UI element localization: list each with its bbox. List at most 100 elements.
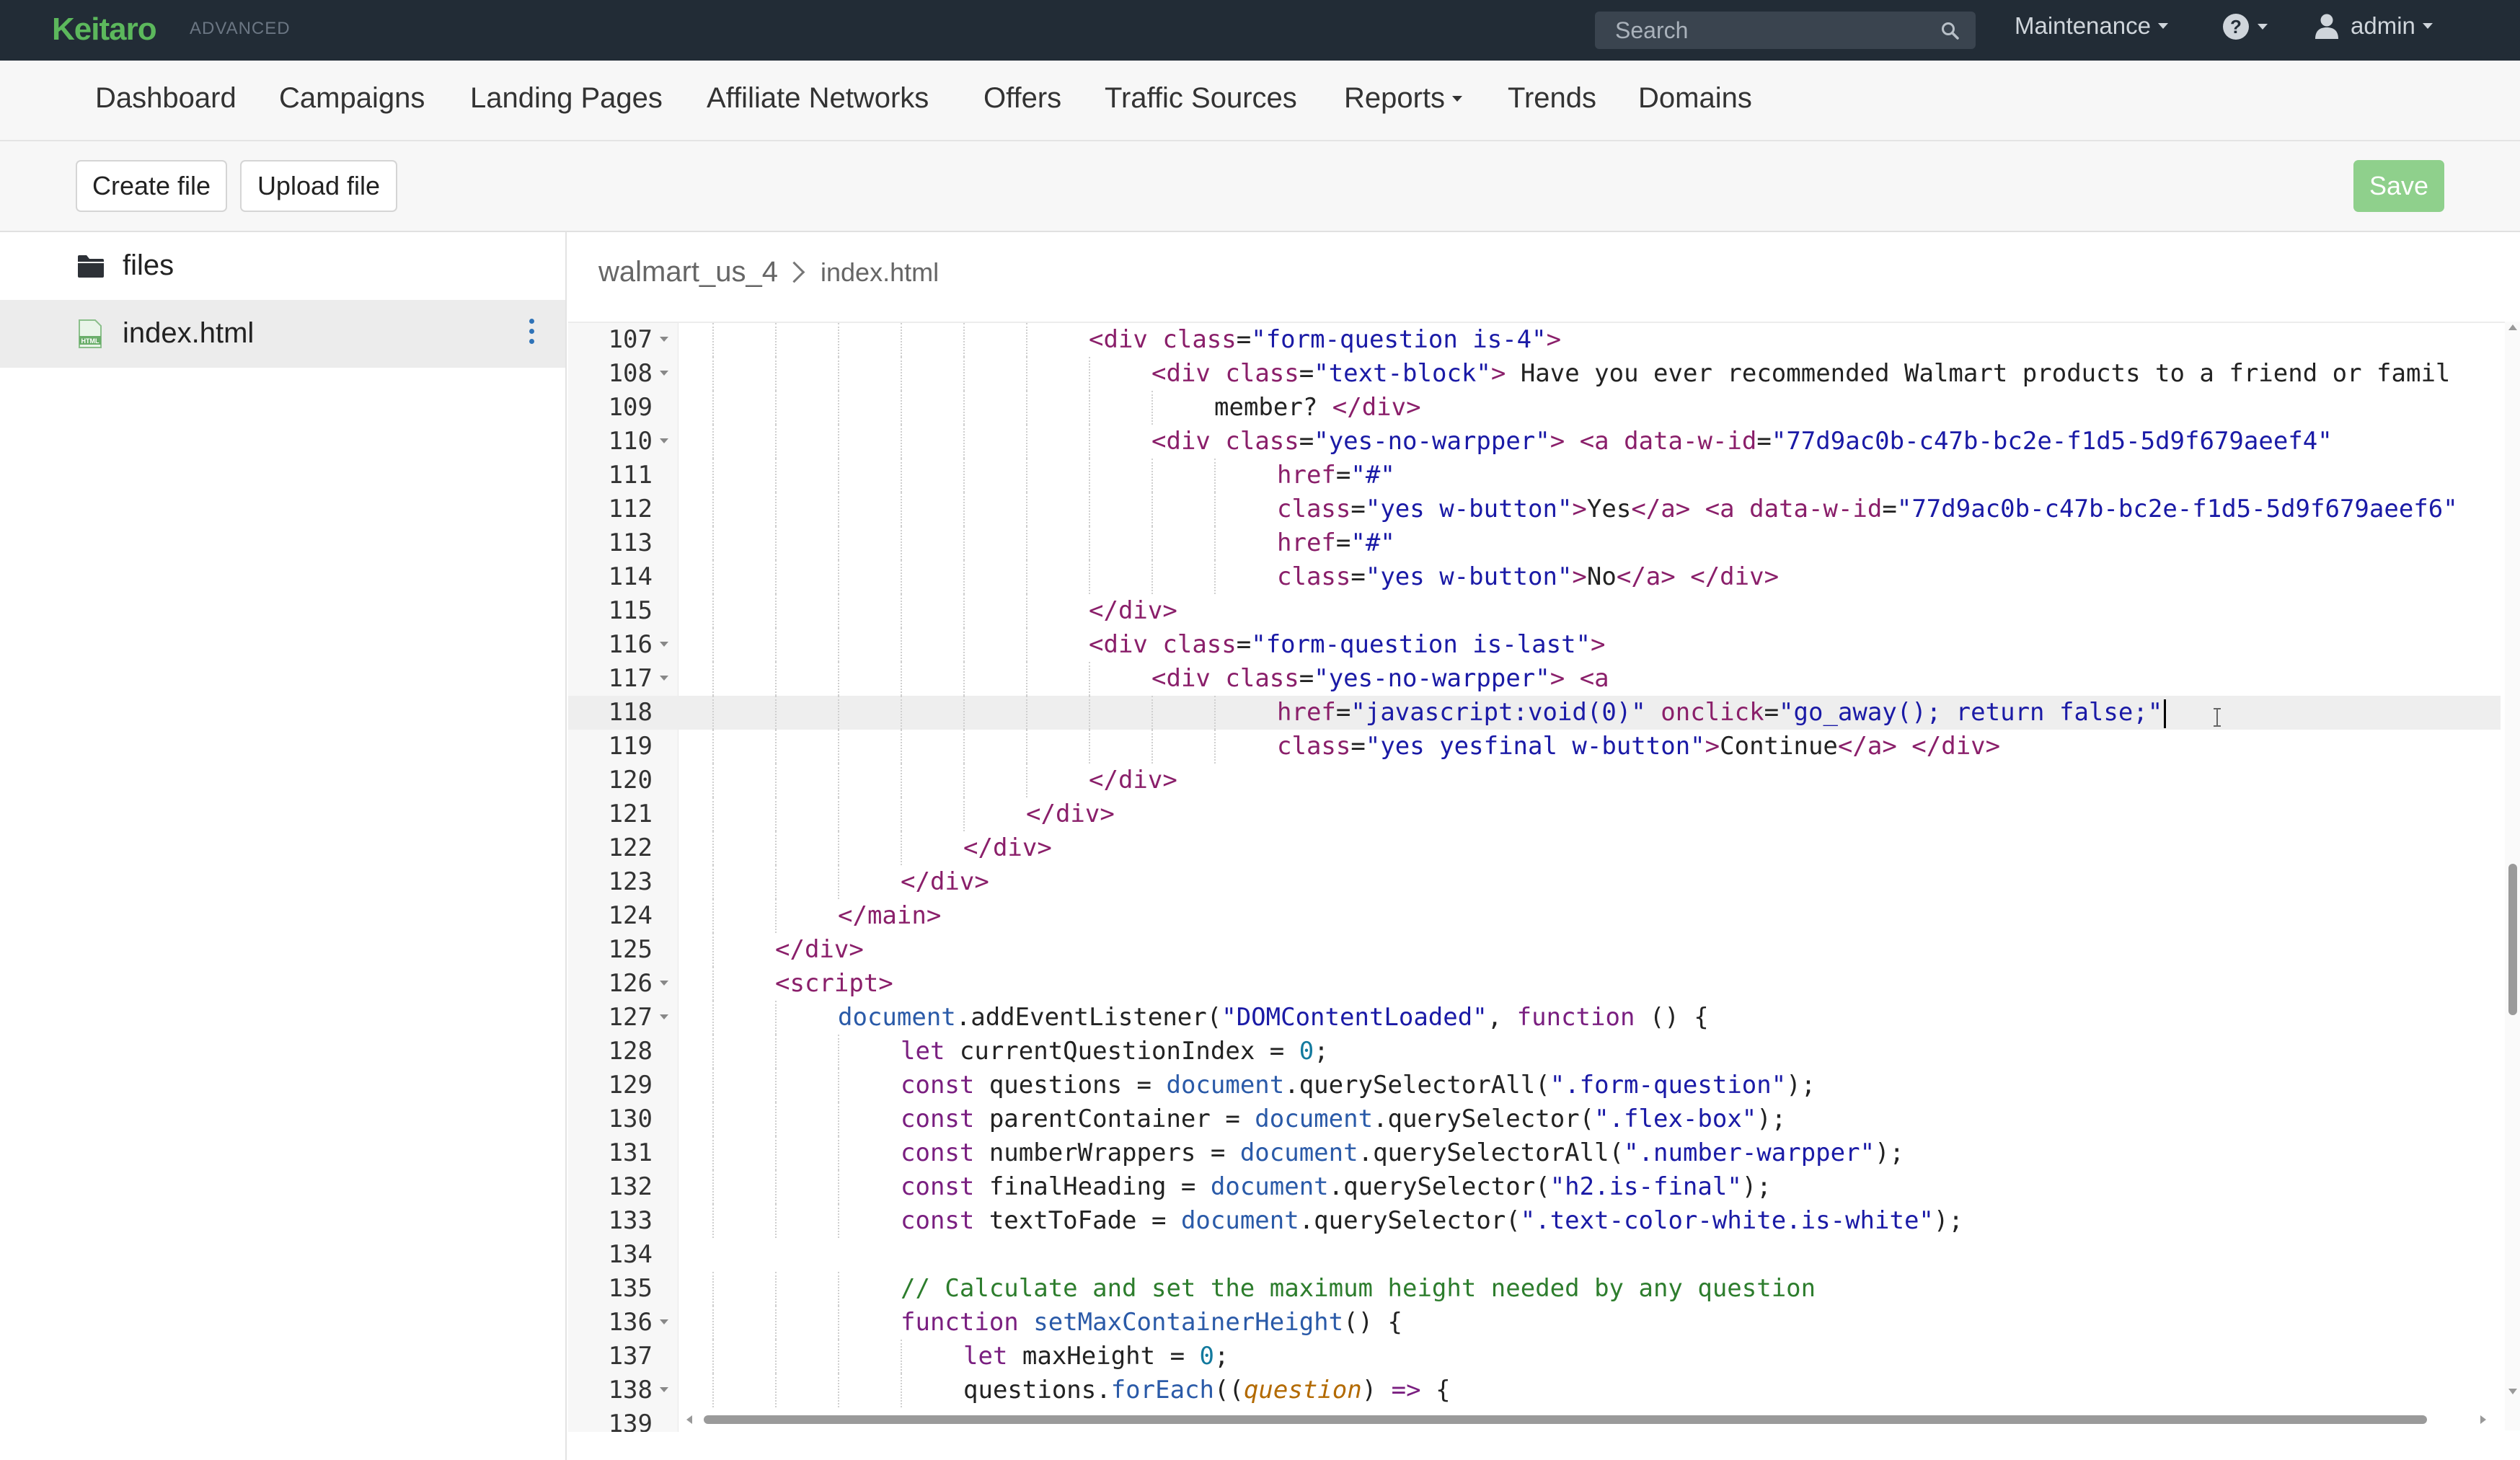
code-line[interactable]: 118 href="javascript:void(0)" onclick="go… bbox=[568, 696, 2501, 730]
nav-trends[interactable]: Trends bbox=[1508, 82, 1596, 115]
code-text: href="#" bbox=[1277, 461, 1395, 490]
code-line[interactable]: 137 let maxHeight = 0; bbox=[568, 1340, 2501, 1373]
code-line[interactable]: 133 const textToFade = document.querySele… bbox=[568, 1204, 2501, 1238]
indent-guide bbox=[1214, 459, 1216, 492]
code-line[interactable]: 114 class="yes w-button">No</a> </div> bbox=[568, 560, 2501, 594]
vertical-scroll-thumb[interactable] bbox=[2508, 864, 2517, 1015]
code-line[interactable]: 117 <div class="yes-no-warpper"> <a bbox=[568, 662, 2501, 696]
code-line[interactable]: 121 </div> bbox=[568, 797, 2501, 831]
indent-guide bbox=[838, 425, 839, 459]
help-menu[interactable]: ? bbox=[2221, 12, 2268, 41]
horizontal-scrollbar[interactable] bbox=[678, 1409, 2495, 1426]
code-line[interactable]: 130 const parentContainer = document.quer… bbox=[568, 1102, 2501, 1136]
code-line[interactable]: 116 <div class="form-question is-last"> bbox=[568, 628, 2501, 662]
indent-guide bbox=[1026, 730, 1027, 764]
help-icon[interactable]: ? bbox=[2221, 12, 2250, 41]
code-line[interactable]: 109 member? </div> bbox=[568, 391, 2501, 425]
code-line[interactable]: 132 const finalHeading = document.querySe… bbox=[568, 1170, 2501, 1204]
code-line[interactable]: 126 <script> bbox=[568, 967, 2501, 1001]
fold-arrow-icon[interactable] bbox=[660, 676, 668, 681]
nav-domains[interactable]: Domains bbox=[1638, 82, 1752, 115]
fold-arrow-icon[interactable] bbox=[660, 642, 668, 647]
file-tree: files HTML index.html bbox=[0, 232, 567, 1460]
fold-arrow-icon[interactable] bbox=[660, 438, 668, 443]
create-file-button[interactable]: Create file bbox=[76, 160, 227, 212]
breadcrumb-folder[interactable]: walmart_us_4 bbox=[598, 256, 778, 288]
scroll-up-arrow-icon[interactable] bbox=[2508, 324, 2517, 330]
code-line[interactable]: 123 </div> bbox=[568, 865, 2501, 899]
indent-guide bbox=[963, 526, 965, 560]
nav-dashboard[interactable]: Dashboard bbox=[95, 82, 236, 115]
code-line[interactable]: 113 href="#" bbox=[568, 526, 2501, 560]
search-icon[interactable] bbox=[1941, 22, 1960, 40]
indent-guide bbox=[1026, 628, 1027, 662]
indent-guide bbox=[712, 1035, 714, 1069]
indent-guide bbox=[901, 560, 902, 594]
code-line[interactable]: 107 <div class="form-question is-4"> bbox=[568, 323, 2501, 357]
fold-arrow-icon[interactable] bbox=[660, 1387, 668, 1392]
more-options-icon[interactable] bbox=[528, 319, 535, 349]
indent-guide bbox=[901, 764, 902, 797]
scroll-down-arrow-icon[interactable] bbox=[2508, 1389, 2517, 1394]
code-line[interactable]: 129 const questions = document.querySelec… bbox=[568, 1069, 2501, 1102]
main-navigation: Dashboard Campaigns Landing Pages Affili… bbox=[0, 61, 2520, 141]
fold-arrow-icon[interactable] bbox=[660, 1014, 668, 1019]
save-button[interactable]: Save bbox=[2353, 160, 2444, 212]
fold-arrow-icon[interactable] bbox=[660, 981, 668, 986]
code-line[interactable]: 135 // Calculate and set the maximum heig… bbox=[568, 1272, 2501, 1306]
code-line[interactable]: 115 </div> bbox=[568, 594, 2501, 628]
tree-folder-files[interactable]: files bbox=[0, 232, 565, 300]
line-number: 129 bbox=[608, 1071, 653, 1100]
fold-arrow-icon[interactable] bbox=[660, 371, 668, 376]
fold-arrow-icon[interactable] bbox=[660, 1319, 668, 1324]
code-line[interactable]: 134 bbox=[568, 1238, 2501, 1272]
fold-arrow-icon[interactable] bbox=[660, 337, 668, 342]
keitaro-logo[interactable]: Keitaro bbox=[52, 12, 157, 48]
nav-reports[interactable]: Reports bbox=[1344, 82, 1463, 115]
indent-guide bbox=[712, 730, 714, 764]
upload-file-button[interactable]: Upload file bbox=[240, 160, 397, 212]
scroll-right-arrow-icon[interactable] bbox=[2480, 1415, 2486, 1424]
code-line[interactable]: 120 </div> bbox=[568, 764, 2501, 797]
search-input[interactable]: Search bbox=[1595, 12, 1976, 49]
indent-guide bbox=[712, 1001, 714, 1035]
code-line[interactable]: 131 const numberWrappers = document.query… bbox=[568, 1136, 2501, 1170]
code-line[interactable]: 125 </div> bbox=[568, 933, 2501, 967]
code-line[interactable]: 122 </div> bbox=[568, 831, 2501, 865]
line-number: 111 bbox=[608, 461, 653, 490]
nav-affiliate-networks[interactable]: Affiliate Networks bbox=[707, 82, 929, 115]
code-line[interactable]: 119 class="yes yesfinal w-button">Continu… bbox=[568, 730, 2501, 764]
nav-campaigns[interactable]: Campaigns bbox=[279, 82, 425, 115]
indent-guide bbox=[712, 1170, 714, 1204]
code-line[interactable]: 127 document.addEventListener("DOMContent… bbox=[568, 1001, 2501, 1035]
folder-icon bbox=[78, 255, 104, 278]
line-number: 116 bbox=[608, 630, 653, 659]
line-number: 137 bbox=[608, 1342, 653, 1371]
indent-guide bbox=[963, 594, 965, 628]
tree-file-index-html[interactable]: HTML index.html bbox=[0, 300, 565, 368]
nav-offers[interactable]: Offers bbox=[983, 82, 1061, 115]
maintenance-menu[interactable]: Maintenance bbox=[2015, 12, 2168, 40]
horizontal-scroll-thumb[interactable] bbox=[704, 1415, 2427, 1424]
code-line[interactable]: 108 <div class="text-block"> Have you eve… bbox=[568, 357, 2501, 391]
vertical-scrollbar[interactable] bbox=[2505, 322, 2520, 1430]
indent-guide bbox=[775, 459, 777, 492]
indent-guide bbox=[712, 425, 714, 459]
code-line[interactable]: 128 let currentQuestionIndex = 0; bbox=[568, 1035, 2501, 1069]
indent-guide bbox=[712, 357, 714, 391]
code-line[interactable]: 136 function setMaxContainerHeight() { bbox=[568, 1306, 2501, 1340]
code-editor[interactable]: 107 <div class="form-question is-4"> 108 <d… bbox=[568, 322, 2520, 1432]
user-menu[interactable]: admin bbox=[2315, 12, 2433, 40]
code-line[interactable]: 138 questions.forEach((question) => { bbox=[568, 1373, 2501, 1407]
code-line[interactable]: 111 href="#" bbox=[568, 459, 2501, 492]
search-placeholder: Search bbox=[1615, 17, 1689, 43]
indent-guide bbox=[712, 1136, 714, 1170]
code-line[interactable]: 110 <div class="yes-no-warpper"> <a data-… bbox=[568, 425, 2501, 459]
nav-traffic-sources[interactable]: Traffic Sources bbox=[1105, 82, 1297, 115]
nav-landing-pages[interactable]: Landing Pages bbox=[470, 82, 663, 115]
indent-guide bbox=[838, 1306, 839, 1340]
code-line[interactable]: 124 </main> bbox=[568, 899, 2501, 933]
code-line[interactable]: 112 class="yes w-button">Yes</a> <a data-… bbox=[568, 492, 2501, 526]
scroll-left-arrow-icon[interactable] bbox=[686, 1415, 692, 1424]
code-text: document.addEventListener("DOMContentLoa… bbox=[838, 1003, 1709, 1032]
